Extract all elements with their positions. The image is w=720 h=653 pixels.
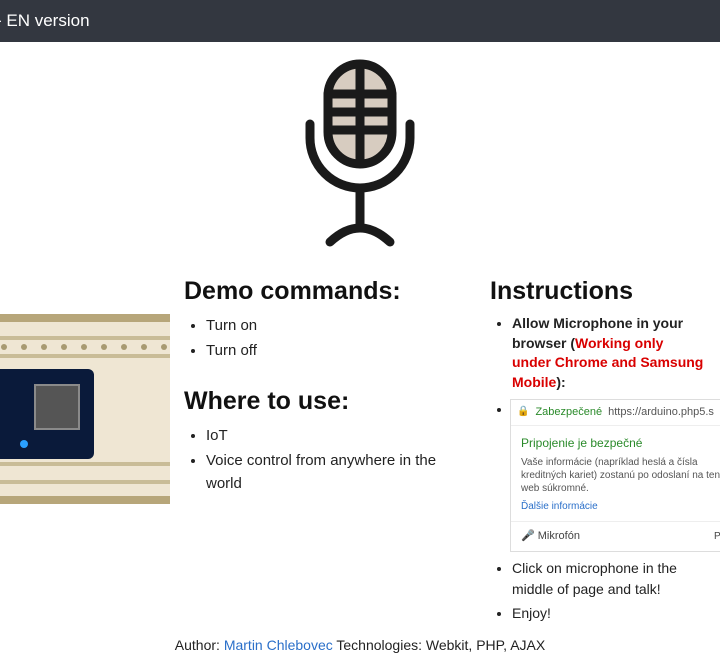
tip-url: https://arduino.php5.s [608,404,714,421]
demo-heading: Demo commands: [184,277,462,306]
lock-icon: 🔒 [517,404,529,420]
hero [0,42,720,267]
author-link[interactable]: Martin Chlebovec [224,637,333,653]
nodemcu-board-image [0,314,156,504]
tip-desc: Vaše informácie (napríklad heslá a čísla… [521,456,720,495]
browser-security-tip: 🔒 Zabezpečené https://arduino.php5.s Pri… [510,399,720,552]
instruction-allow: Allow Microphone in your browser (Workin… [512,314,706,392]
instructions-list: Allow Microphone in your browser (Workin… [490,314,706,625]
left-heading: te [0,277,156,306]
columns: te Demo commands: Turn on Turn off Where… [0,267,720,627]
demo-list: Turn on Turn off [184,314,462,363]
tip-secure-label: Zabezpečené [535,404,602,421]
footer-tech: Technologies: Webkit, PHP, AJAX [333,637,545,653]
footer-prefix: Author: [175,637,224,653]
tip-title: Pripojenie je bezpečné [521,434,720,453]
page-title: - EN version [0,11,90,31]
tip-urlbar: 🔒 Zabezpečené https://arduino.php5.s [511,400,720,426]
tip-body: Pripojenie je bezpečné Vaše informácie (… [511,426,720,521]
column-middle: Demo commands: Turn on Turn off Where to… [170,277,476,627]
list-item: Enjoy! [512,603,706,625]
mic-label: 🎤 Mikrofón [521,528,580,545]
instructions-heading: Instructions [490,277,706,306]
column-right: Instructions Allow Microphone in your br… [476,277,720,627]
microphone-icon [280,241,440,258]
where-heading: Where to use: [184,387,462,416]
list-item: Click on microphone in the middle of pag… [512,558,706,601]
list-item: Turn off [206,339,462,362]
allow-suffix: ): [556,374,565,390]
instruction-screenshot: 🔒 Zabezpečené https://arduino.php5.s Pri… [512,398,706,551]
footer: Author: Martin Chlebovec Technologies: W… [0,627,720,653]
list-item: Turn on [206,314,462,337]
where-list: IoT Voice control from anywhere in the w… [184,424,462,496]
tip-more-link[interactable]: Ďalšie informácie [521,499,720,515]
list-item: Voice control from anywhere in the world [206,449,462,496]
top-bar: - EN version [0,0,720,42]
list-item: IoT [206,424,462,447]
allow-button[interactable]: Povoliť [714,529,720,545]
column-left: te [0,277,170,627]
tip-mic-row: 🎤 Mikrofón Povoliť [511,521,720,551]
